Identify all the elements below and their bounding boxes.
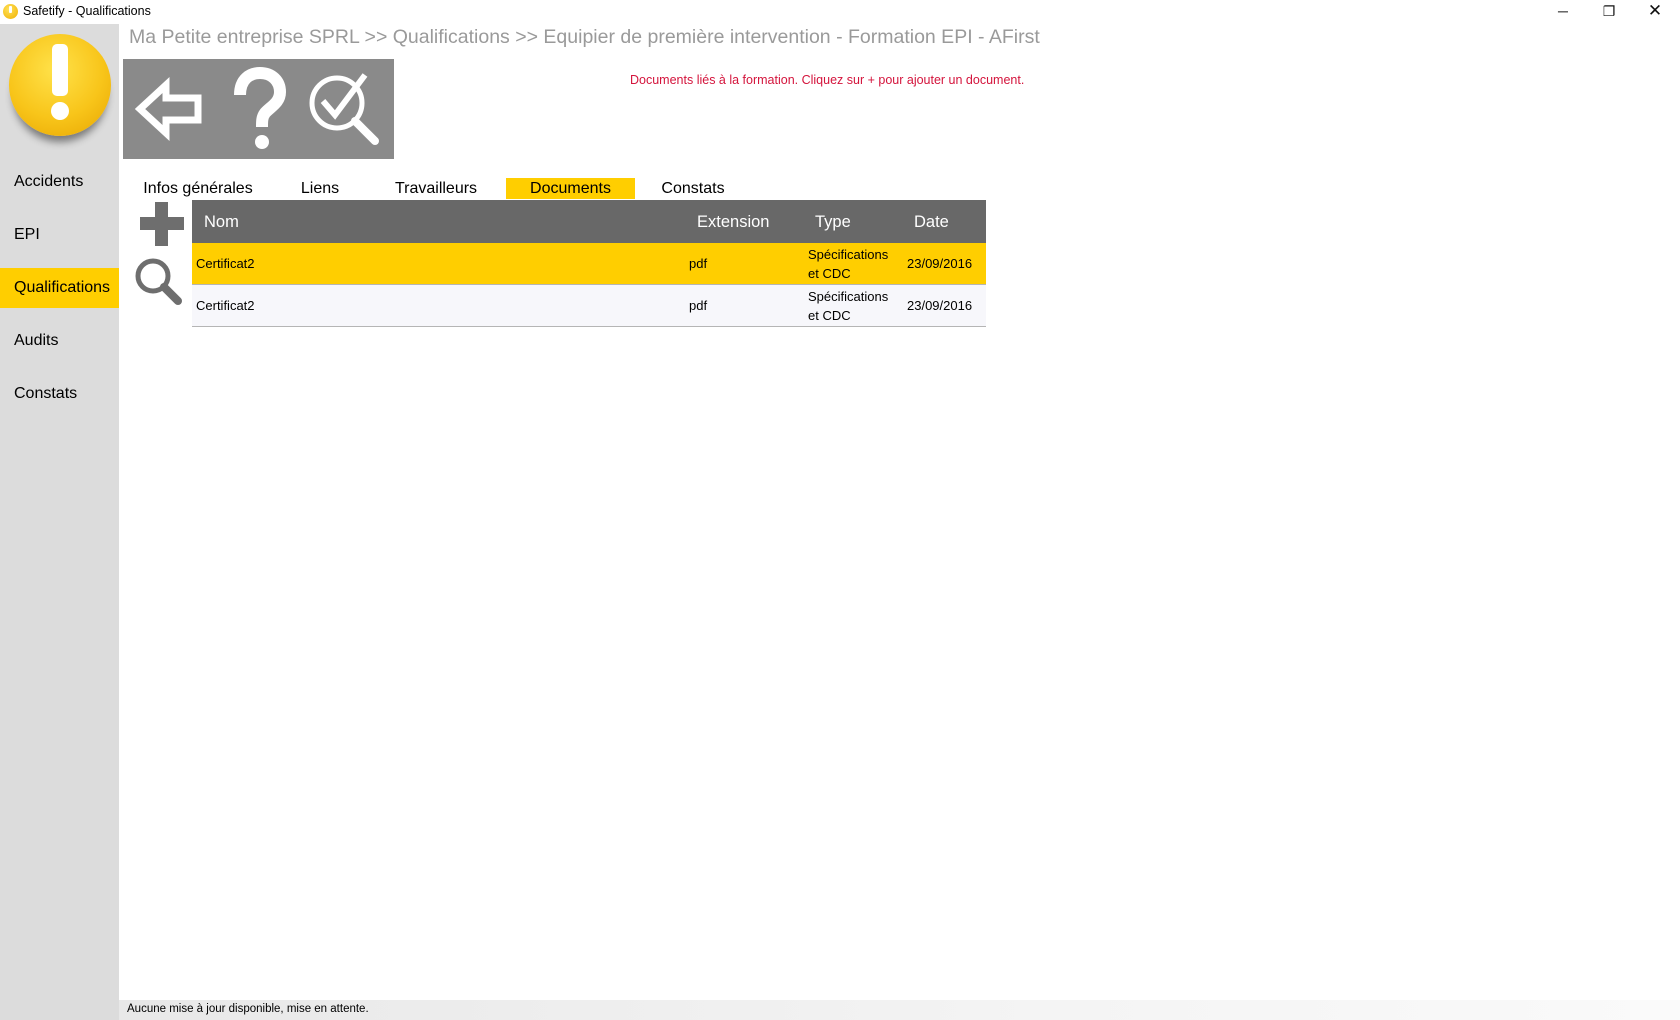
sidebar-item-accidents[interactable]: Accidents — [0, 162, 119, 202]
cell-nom: Certificat2 — [196, 256, 255, 271]
minimize-button[interactable]: ─ — [1540, 0, 1586, 24]
search-icon — [135, 258, 182, 305]
breadcrumb: Ma Petite entreprise SPRL >> Qualificati… — [129, 26, 1040, 48]
back-arrow-icon — [134, 77, 202, 141]
search-check-icon — [309, 73, 379, 145]
search-document-button[interactable] — [133, 256, 183, 306]
sidebar-item-constats[interactable]: Constats — [0, 374, 119, 414]
status-bar: Aucune mise à jour disponible, mise en a… — [119, 1000, 1680, 1020]
cell-type: Spécifications et CDC — [808, 246, 889, 281]
status-text: Aucune mise à jour disponible, mise en a… — [127, 1003, 369, 1015]
cell-extension: pdf — [689, 256, 708, 271]
tab-travailleurs[interactable]: Travailleurs — [388, 178, 484, 199]
column-header-date[interactable]: Date — [914, 200, 949, 243]
help-question-icon — [234, 66, 287, 149]
restore-button[interactable]: ❐ — [1586, 0, 1632, 24]
table-header: Nom Extension Type Date — [192, 200, 986, 243]
window-title: Safetify - Qualifications — [23, 4, 151, 18]
table-row[interactable]: Certificat2 pdf Spécifications et CDC 23… — [192, 285, 986, 327]
hint-text: Documents liés à la formation. Cliquez s… — [630, 73, 1025, 87]
column-header-nom[interactable]: Nom — [204, 200, 239, 243]
sidebar-item-audits[interactable]: Audits — [0, 321, 119, 361]
column-header-extension[interactable]: Extension — [697, 200, 769, 243]
tab-infos-generales[interactable]: Infos générales — [138, 178, 258, 199]
cell-extension: pdf — [689, 298, 708, 313]
column-header-type[interactable]: Type — [815, 200, 851, 243]
toolbar — [123, 59, 394, 159]
documents-table: Nom Extension Type Date Certificat2 pdf … — [192, 200, 986, 327]
plus-icon — [140, 202, 184, 246]
table-row[interactable]: Certificat2 pdf Spécifications et CDC 23… — [192, 243, 986, 285]
search-check-button[interactable] — [303, 65, 387, 153]
app-logo-icon — [3, 4, 18, 19]
close-button[interactable]: ✕ — [1632, 0, 1678, 24]
cell-date: 23/09/2016 — [907, 298, 973, 313]
add-document-button[interactable] — [138, 200, 186, 248]
tab-documents[interactable]: Documents — [506, 178, 635, 199]
sidebar-item-qualifications[interactable]: Qualifications — [0, 268, 119, 308]
cell-nom: Certificat2 — [196, 298, 255, 313]
title-bar: Safetify - Qualifications ─ ❐ ✕ — [0, 0, 1680, 24]
tab-constats[interactable]: Constats — [656, 178, 730, 199]
exclamation-logo-icon — [9, 34, 111, 136]
back-button[interactable] — [128, 65, 212, 153]
tab-liens[interactable]: Liens — [295, 178, 345, 199]
sidebar: Accidents EPI Qualifications Audits Cons… — [0, 24, 119, 1020]
sidebar-item-epi[interactable]: EPI — [0, 215, 119, 255]
help-button[interactable] — [218, 65, 302, 153]
cell-type: Spécifications et CDC — [808, 288, 889, 323]
cell-date: 23/09/2016 — [907, 256, 973, 271]
